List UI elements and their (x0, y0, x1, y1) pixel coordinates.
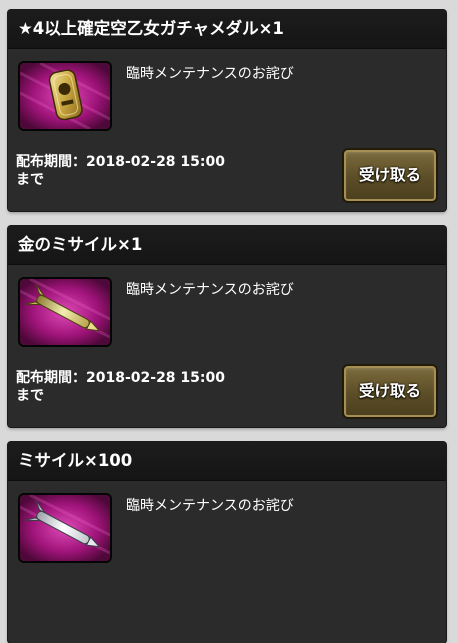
present-body: 臨時メンテナンスのお詫び 配布期間：2018-02-28 15:00 まで 受け… (8, 265, 446, 427)
distribution-period: 配布期間：2018-02-28 15:00 まで (16, 153, 225, 189)
present-card: ★4以上確定空乙女ガチャメダル×1 臨時メンテナンスのお詫び 配布期間：2018… (8, 10, 446, 211)
receive-button[interactable]: 受け取る (342, 148, 438, 203)
present-card: 金のミサイル×1 臨時メンテナンスのお詫び 配布期間：2018-02-28 15… (8, 226, 446, 427)
present-body: 臨時メンテナンスのお詫び 配布期間：2018-02-28 15:00 まで 受け… (8, 49, 446, 211)
receive-button[interactable]: 受け取る (342, 364, 438, 419)
period-date: 配布期間：2018-02-28 15:00 (16, 370, 225, 386)
gold-missile-icon (18, 277, 112, 347)
missile-icon (18, 493, 112, 563)
present-card: ミサイル×100 臨時メンテナンスのお詫び (8, 442, 446, 643)
present-list: ★4以上確定空乙女ガチャメダル×1 臨時メンテナンスのお詫び 配布期間：2018… (0, 0, 458, 643)
period-suffix: まで (16, 388, 44, 404)
period-date: 配布期間：2018-02-28 15:00 (16, 154, 225, 170)
present-title: ★4以上確定空乙女ガチャメダル×1 (8, 10, 446, 49)
distribution-period: 配布期間：2018-02-28 15:00 まで (16, 369, 225, 405)
present-title: 金のミサイル×1 (8, 226, 446, 265)
period-suffix: まで (16, 172, 44, 188)
present-description: 臨時メンテナンスのお詫び (126, 498, 294, 514)
gacha-medal-icon (18, 61, 112, 131)
present-title: ミサイル×100 (8, 442, 446, 481)
present-body: 臨時メンテナンスのお詫び (8, 481, 446, 643)
present-description: 臨時メンテナンスのお詫び (126, 66, 294, 82)
present-description: 臨時メンテナンスのお詫び (126, 282, 294, 298)
